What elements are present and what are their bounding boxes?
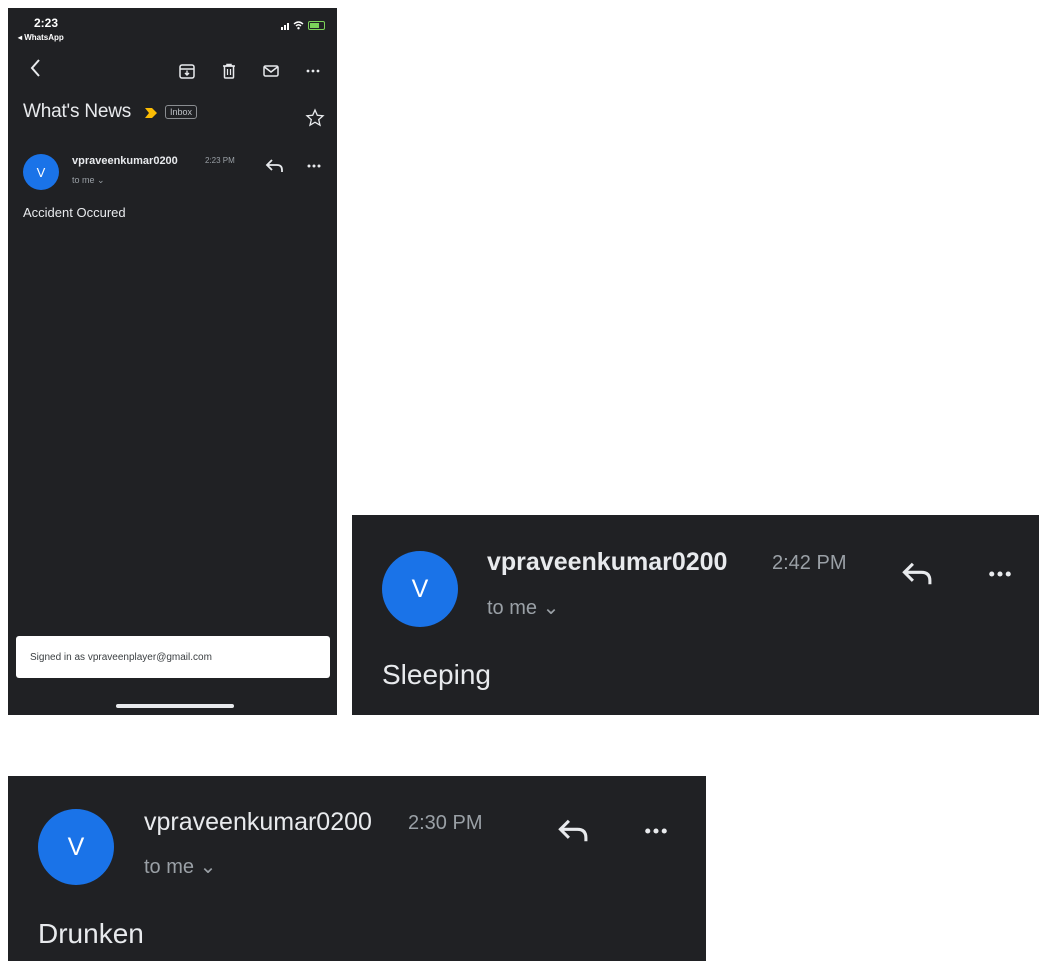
reply-icon[interactable] (264, 156, 286, 176)
back-arrow-icon[interactable] (24, 56, 48, 80)
more-icon[interactable] (980, 559, 1020, 589)
importance-marker-icon[interactable] (144, 107, 158, 119)
message-time: 2:30 PM (408, 812, 483, 834)
more-icon[interactable] (304, 62, 322, 80)
message-time: 2:23 PM (205, 156, 235, 165)
trash-icon[interactable] (220, 62, 238, 80)
avatar[interactable]: V (23, 154, 59, 190)
battery-icon (308, 21, 325, 30)
reply-icon[interactable] (554, 814, 594, 848)
recipient-details-toggle[interactable]: to me ⌄ (144, 854, 216, 879)
message-body: Sleeping (382, 659, 491, 690)
reply-icon[interactable] (898, 557, 938, 591)
back-to-app-link[interactable]: ◂ WhatsApp (18, 33, 64, 42)
message-body: Drunken (38, 918, 144, 949)
recipient-details-toggle[interactable]: to me ⌄ (72, 175, 105, 186)
status-icons (281, 21, 325, 30)
email-subject: What's News (23, 101, 132, 122)
message-more-icon[interactable] (304, 156, 324, 176)
signed-in-text: Signed in as vpraveenplayer@gmail.com (30, 651, 212, 663)
star-icon[interactable] (305, 108, 325, 128)
signed-in-snackbar: Signed in as vpraveenplayer@gmail.com (16, 636, 330, 678)
message-body: Accident Occured (23, 205, 126, 220)
sender-name: vpraveenkumar0200 (144, 808, 372, 836)
sender-name: vpraveenkumar0200 (72, 155, 178, 167)
message-card: V vpraveenkumar0200 2:42 PM to me ⌄ Slee… (352, 515, 1039, 715)
inbox-label-chip[interactable]: Inbox (165, 105, 198, 119)
wifi-icon (293, 21, 304, 30)
more-icon[interactable] (636, 816, 676, 846)
message-card: V vpraveenkumar0200 2:30 PM to me ⌄ Drun… (8, 776, 706, 961)
home-indicator[interactable] (116, 704, 234, 708)
avatar[interactable]: V (38, 809, 114, 885)
avatar[interactable]: V (382, 551, 458, 627)
status-time: 2:23 (34, 16, 59, 30)
mail-icon[interactable] (262, 62, 280, 80)
recipient-details-toggle[interactable]: to me ⌄ (487, 595, 559, 620)
message-time: 2:42 PM (772, 552, 847, 574)
archive-icon[interactable] (178, 62, 196, 80)
signal-icon (281, 22, 289, 30)
phone-screenshot: 2:23 ◂ WhatsApp What's News Inbox V vpra… (8, 8, 337, 715)
sender-name: vpraveenkumar0200 (487, 548, 728, 576)
